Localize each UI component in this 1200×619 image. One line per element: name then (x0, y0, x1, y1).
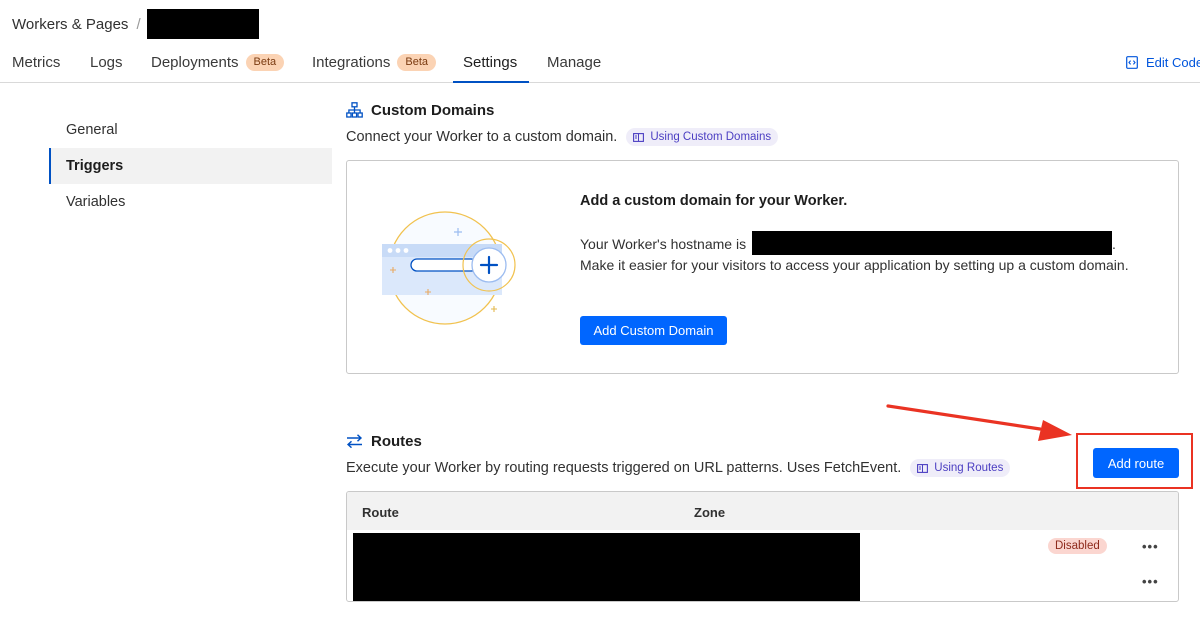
sidebar-item-label: General (66, 122, 118, 138)
custom-domains-heading: Custom Domains (346, 100, 494, 120)
section-title: Custom Domains (371, 101, 495, 119)
tab-integrations[interactable]: Integrations Beta (312, 42, 437, 82)
custom-domain-card: Add a custom domain for your Worker. You… (346, 160, 1179, 374)
tab-metrics[interactable]: Metrics (12, 42, 60, 82)
tab-deployments[interactable]: Deployments Beta (151, 42, 285, 82)
column-header-zone: Zone (694, 505, 726, 520)
card-body: Your Worker's hostname is . Make it easi… (580, 231, 1140, 276)
routes-heading: Routes (346, 431, 422, 451)
edit-code-label: Edit Code (1146, 54, 1200, 70)
settings-sidebar: General Triggers Variables (49, 112, 332, 220)
doc-link-label: Using Routes (934, 462, 1004, 474)
book-icon (917, 463, 929, 473)
add-custom-domain-button[interactable]: Add Custom Domain (580, 316, 727, 345)
tab-settings[interactable]: Settings (452, 42, 530, 83)
table-header: Route Zone (347, 492, 1178, 530)
sidebar-item-triggers[interactable]: Triggers (49, 148, 332, 184)
sidebar-item-variables[interactable]: Variables (49, 184, 332, 220)
status-badge: Disabled (1048, 538, 1107, 554)
tab-label: Deployments (151, 53, 239, 71)
card-heading: Add a custom domain for your Worker. (580, 193, 848, 209)
doc-link-label: Using Custom Domains (650, 131, 772, 143)
breadcrumb: Workers & Pages / (12, 9, 259, 39)
tab-manage[interactable]: Manage (547, 42, 601, 82)
redacted-hostname (751, 231, 1112, 255)
button-label: Add Custom Domain (593, 323, 714, 338)
card-body-text: Make it easier for your visitors to acce… (580, 257, 1129, 273)
tab-label: Integrations (312, 53, 391, 71)
column-header-route: Route (362, 505, 399, 520)
row-menu-button[interactable]: ••• (1142, 539, 1159, 554)
section-title: Routes (371, 432, 422, 450)
annotation-highlight-box (1076, 433, 1193, 489)
annotation-arrow-icon (886, 404, 1072, 441)
book-icon (633, 132, 645, 142)
breadcrumb-separator: / (136, 15, 141, 33)
description-text: Connect your Worker to a custom domain. (346, 129, 618, 145)
tab-label: Manage (547, 53, 602, 71)
redacted-worker-name (146, 9, 259, 39)
sidebar-item-label: Variables (66, 194, 126, 210)
custom-domains-description: Connect your Worker to a custom domain. … (346, 127, 779, 147)
using-custom-domains-link[interactable]: Using Custom Domains (626, 128, 779, 146)
custom-domain-illustration-icon (382, 211, 516, 325)
tab-label: Metrics (12, 53, 61, 71)
sidebar-item-label: Triggers (66, 158, 124, 174)
tab-label: Settings (463, 53, 518, 71)
tab-bar: Metrics Logs Deployments Beta Integratio… (0, 42, 1200, 83)
sitemap-icon (346, 102, 363, 118)
edit-code-link[interactable]: Edit Code (1126, 42, 1200, 82)
tab-logs[interactable]: Logs (90, 42, 123, 82)
breadcrumb-root[interactable]: Workers & Pages (12, 16, 128, 33)
beta-badge: Beta (245, 53, 285, 71)
hostname-prefix: Your Worker's hostname is (580, 236, 747, 252)
tab-label: Logs (90, 53, 123, 71)
hostname-suffix: . (1111, 236, 1116, 252)
using-routes-link[interactable]: Using Routes (910, 459, 1011, 477)
description-text: Execute your Worker by routing requests … (346, 460, 902, 476)
sidebar-item-general[interactable]: General (49, 112, 332, 148)
beta-badge: Beta (397, 53, 437, 71)
redacted-route-rows (353, 533, 860, 601)
routes-table: Route Zone Disabled ••• ••• (346, 491, 1179, 602)
row-menu-button[interactable]: ••• (1142, 574, 1159, 589)
routes-description: Execute your Worker by routing requests … (346, 458, 1011, 478)
code-file-icon (1126, 55, 1138, 69)
swap-arrows-icon (346, 434, 363, 448)
